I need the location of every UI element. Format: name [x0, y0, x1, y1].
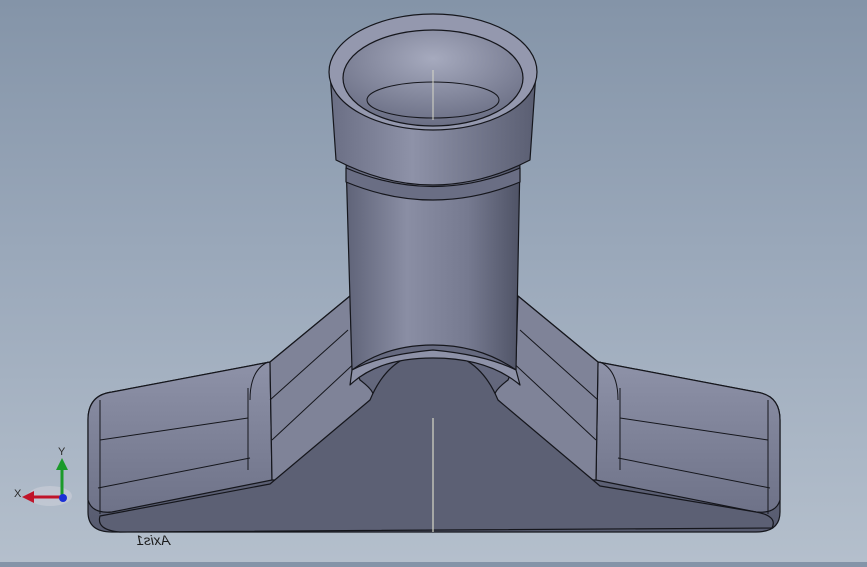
x-axis-label: X	[14, 488, 22, 500]
axis-name-label: Axis1	[136, 532, 171, 548]
nozzle-model[interactable]	[87, 13, 781, 533]
graphics-viewport[interactable]: Y X Axis1	[0, 0, 867, 562]
z-axis-dot	[59, 494, 67, 502]
model-view[interactable]: Y X	[0, 0, 867, 562]
orientation-triad: Y X	[14, 446, 72, 506]
x-arrow-head	[22, 491, 34, 503]
y-axis-label: Y	[58, 446, 66, 458]
y-arrow-head	[56, 458, 68, 470]
